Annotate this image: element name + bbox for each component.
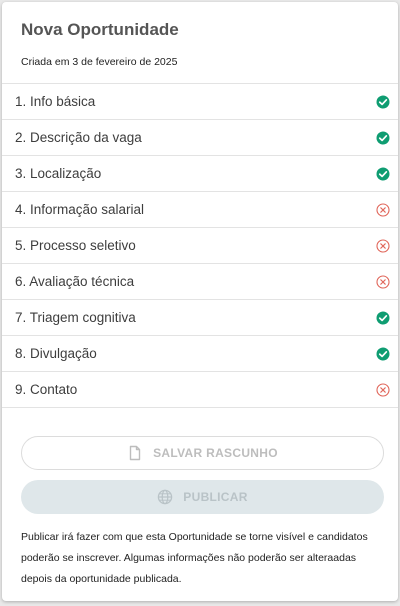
x-circle-icon bbox=[376, 202, 390, 217]
check-circle-icon bbox=[376, 347, 390, 361]
step-label: 3. Localização bbox=[15, 166, 102, 181]
actions: SALVAR RASCUNHO PUBLICAR bbox=[2, 408, 398, 514]
opportunity-card: Nova Oportunidade Criada em 3 de feverei… bbox=[2, 2, 398, 601]
page-title: Nova Oportunidade bbox=[21, 20, 179, 39]
check-circle-icon bbox=[376, 95, 390, 109]
steps-list: 1. Info básica 2. Descrição da vaga 3. Loc… bbox=[2, 84, 398, 408]
step-label: 7. Triagem cognitiva bbox=[15, 310, 136, 325]
step-label: 8. Divulgação bbox=[15, 346, 97, 361]
step-item[interactable]: 1. Info básica bbox=[2, 84, 398, 120]
step-label: 9. Contato bbox=[15, 382, 78, 397]
step-item[interactable]: 6. Avaliação técnica bbox=[2, 264, 398, 300]
step-label: 1. Info básica bbox=[15, 94, 96, 109]
check-circle-icon bbox=[376, 311, 390, 325]
step-item[interactable]: 8. Divulgação bbox=[2, 336, 398, 372]
step-label: 4. Informação salarial bbox=[15, 202, 145, 217]
step-item[interactable]: 3. Localização bbox=[2, 156, 398, 192]
step-label: 2. Descrição da vaga bbox=[15, 130, 142, 145]
x-circle-icon bbox=[376, 238, 390, 253]
step-item[interactable]: 7. Triagem cognitiva bbox=[2, 300, 398, 336]
card-header: Nova Oportunidade Criada em 3 de feverei… bbox=[2, 2, 398, 84]
step-label: 5. Processo seletivo bbox=[15, 238, 136, 253]
step-label: 6. Avaliação técnica bbox=[15, 274, 135, 289]
publish-label: PUBLICAR bbox=[183, 490, 248, 504]
publish-button[interactable]: PUBLICAR bbox=[21, 480, 384, 514]
created-date: Criada em 3 de fevereiro de 2025 bbox=[21, 56, 178, 68]
save-draft-button[interactable]: SALVAR RASCUNHO bbox=[21, 436, 384, 470]
save-draft-label: SALVAR RASCUNHO bbox=[153, 446, 278, 460]
publish-note: Publicar irá fazer com que esta Oportuni… bbox=[21, 531, 368, 585]
check-circle-icon bbox=[376, 131, 390, 145]
file-icon bbox=[127, 445, 143, 461]
step-item[interactable]: 5. Processo seletivo bbox=[2, 228, 398, 264]
x-circle-icon bbox=[376, 382, 390, 397]
step-item[interactable]: 9. Contato bbox=[2, 372, 398, 408]
globe-icon bbox=[157, 489, 173, 505]
step-item[interactable]: 2. Descrição da vaga bbox=[2, 120, 398, 156]
step-item[interactable]: 4. Informação salarial bbox=[2, 192, 398, 228]
check-circle-icon bbox=[376, 167, 390, 181]
x-circle-icon bbox=[376, 274, 390, 289]
